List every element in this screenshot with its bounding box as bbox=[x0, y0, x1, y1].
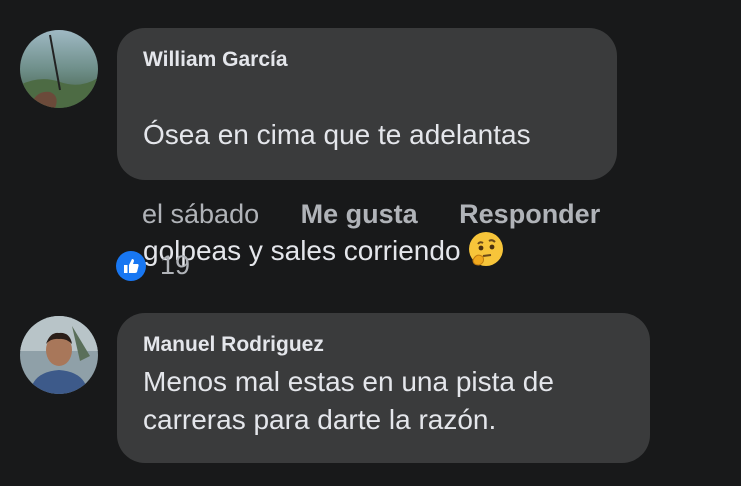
reaction-count: 19 bbox=[160, 250, 191, 280]
comment-time[interactable]: el sábado bbox=[142, 199, 259, 230]
comment-text-line-2: golpeas y sales corriendo bbox=[143, 235, 461, 266]
reply-button[interactable]: Responder bbox=[459, 199, 600, 230]
like-icon bbox=[116, 250, 146, 281]
avatar-manuel[interactable] bbox=[20, 316, 98, 394]
comment-bubble: Manuel Rodriguez Menos mal estas en una … bbox=[117, 313, 650, 463]
avatar-william[interactable] bbox=[20, 30, 98, 108]
reaction-summary[interactable]: 19 bbox=[116, 250, 190, 281]
comment-bubble: William García Ósea en cima que te adela… bbox=[117, 28, 617, 266]
avatar-image bbox=[20, 30, 98, 108]
avatar-image bbox=[20, 316, 98, 394]
comment-author[interactable]: Manuel Rodriguez bbox=[143, 333, 624, 357]
comment-text-line: Ósea en cima que te adelantas bbox=[143, 119, 531, 150]
comment-text: Menos mal estas en una pista de carreras… bbox=[143, 366, 554, 435]
comment-text: Ósea en cima que te adelantas golpeas y … bbox=[143, 78, 591, 308]
comment-author[interactable]: William García bbox=[143, 48, 591, 72]
like-button[interactable]: Me gusta bbox=[301, 199, 418, 230]
comment-actions: el sábado Me gusta Responder bbox=[142, 199, 600, 230]
